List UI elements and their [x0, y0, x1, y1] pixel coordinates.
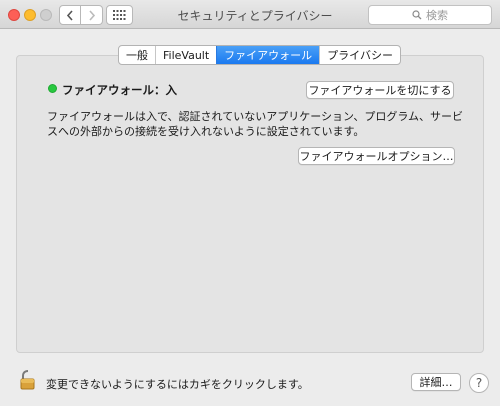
firewall-options-button[interactable]: ファイアウォールオプション…	[298, 147, 455, 165]
tab-firewall[interactable]: ファイアウォール	[216, 46, 320, 64]
search-field[interactable]: 検索	[368, 5, 492, 25]
firewall-description: ファイアウォールは入で、認証されていないアプリケーション、プログラム、サービスへ…	[47, 110, 464, 138]
tab-filevault[interactable]: FileVault	[155, 46, 216, 64]
tab-bar: 一般 FileVault ファイアウォール プライバシー	[118, 45, 401, 65]
firewall-status-label: ファイアウォール：入	[62, 83, 177, 97]
show-all-button[interactable]	[106, 5, 133, 25]
chevron-left-icon	[66, 9, 73, 21]
close-window-button[interactable]	[8, 9, 20, 21]
firewall-status-indicator	[48, 84, 57, 93]
back-button[interactable]	[59, 5, 81, 25]
lock-icon[interactable]	[19, 369, 37, 391]
lock-instruction-text: 変更できないようにするにはカギをクリックします。	[46, 378, 309, 391]
tab-privacy[interactable]: プライバシー	[319, 46, 400, 64]
minimize-window-button[interactable]	[24, 9, 36, 21]
turn-off-firewall-button[interactable]: ファイアウォールを切にする	[306, 81, 454, 99]
content-panel	[16, 55, 484, 353]
grid-icon	[113, 10, 126, 20]
help-button[interactable]: ?	[469, 373, 489, 393]
search-icon	[412, 10, 422, 20]
navigation-group	[59, 5, 103, 25]
tab-general[interactable]: 一般	[119, 46, 155, 64]
window-title: セキュリティとプライバシー	[177, 9, 333, 23]
advanced-button[interactable]: 詳細…	[411, 373, 461, 391]
title-bar: セキュリティとプライバシー 検索	[0, 0, 500, 29]
chevron-right-icon	[88, 9, 95, 21]
search-placeholder: 検索	[426, 9, 448, 22]
zoom-window-button[interactable]	[40, 9, 52, 21]
forward-button[interactable]	[81, 5, 103, 25]
